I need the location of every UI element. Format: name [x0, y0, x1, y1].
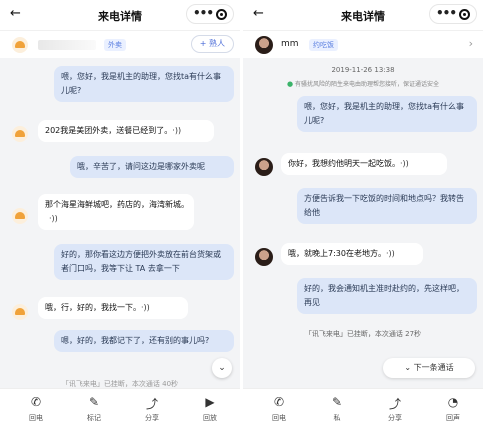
contact-bar[interactable]: 外卖 + 熟人: [0, 30, 240, 58]
scroll-down-button[interactable]: ⌄: [212, 358, 232, 378]
caller-message[interactable]: 那个海星海鲜城吧，药店的，海湾新城。·)): [38, 194, 194, 230]
more-icon[interactable]: •••: [193, 6, 214, 20]
check-icon: ●: [286, 80, 294, 88]
caller-message[interactable]: 202我是美团外卖，送餐已经到了。 ·)): [38, 120, 214, 142]
caller-avatar: [255, 248, 273, 266]
assistant-message: 哦，辛苦了，请问这边是哪家外卖呢: [70, 156, 234, 178]
assistant-message: 嗯，好的，我都记下了，还有别的事儿吗?: [54, 330, 234, 352]
assistant-message: 好的，我会通知机主准时赴约的，先这样吧，再见: [297, 278, 477, 314]
top-bar: ← 来电详情 •••: [243, 0, 483, 30]
call-end-note: 「讯飞来电」已挂断，本次通话 27秒: [304, 330, 422, 338]
share-icon: ⤴: [388, 397, 401, 411]
assistant-message: 喂，您好，我是机主的助理，您找ta有什么事儿呢?: [54, 66, 234, 102]
voice-play-icon[interactable]: ·)): [172, 126, 181, 135]
call-timestamp: 2019-11-26 13:38: [331, 66, 395, 74]
mini-program-capsule: •••: [186, 4, 234, 24]
voice-play-icon[interactable]: ·)): [400, 159, 409, 168]
contact-avatar: [255, 36, 273, 54]
assistant-message: 喂，您好，我是机主的助理，您找ta有什么事儿呢?: [297, 96, 477, 132]
mini-program-capsule: •••: [429, 4, 477, 24]
delivery-bell-icon: [12, 37, 28, 53]
assistant-message: 好的，那你看这边方便把外卖放在前台货架或者门口吗，我等下让 TA 去拿一下: [54, 244, 234, 280]
caller-message[interactable]: 你好，我想约他明天一起吃饭。 ·)): [281, 153, 447, 175]
add-acquaintance-button[interactable]: + 熟人: [190, 35, 234, 53]
left-screen: ← 来电详情 ••• 外卖 + 熟人 喂，您好，我是机主的助理，您找ta有什么事…: [0, 0, 240, 436]
caller-tag: 约吃饭: [309, 39, 338, 51]
share-button[interactable]: ⤴ 分享: [371, 395, 419, 423]
top-bar: ← 来电详情 •••: [0, 0, 240, 30]
caller-message[interactable]: 哦，就晚上7:30在老地方。 ·)): [281, 243, 423, 265]
contact-name: mm: [281, 39, 299, 49]
blurred-caller-number: [38, 40, 96, 50]
security-note: ● 有骚扰风险的陌生来电由助理帮您接听，保证通话安全: [286, 80, 440, 88]
right-screen: ← 来电详情 ••• mm 约吃饭 › 2019-11-26 13:38 ● 有…: [243, 0, 483, 436]
assistant-message: 方便告诉我一下吃饭的时间和地点吗？我转告给他: [297, 188, 477, 224]
mark-button[interactable]: ✎ 标记: [70, 395, 118, 423]
caller-message[interactable]: 哦，行，好的，我找一下。 ·)): [38, 297, 188, 319]
bottom-toolbar: ✆ 回电 ✎ 私 ⤴ 分享 ◔ 回声: [243, 388, 483, 436]
caller-avatar-icon: [12, 304, 28, 320]
callback-button[interactable]: ✆ 回电: [255, 395, 303, 423]
echo-button[interactable]: ◔ 回声: [429, 395, 477, 423]
next-call-button[interactable]: ⌄ 下一条通话: [383, 358, 475, 378]
chevron-right-icon: ›: [468, 37, 473, 50]
close-target-icon[interactable]: [216, 9, 227, 20]
phone-icon: ✆: [30, 395, 42, 409]
caller-avatar: [255, 158, 273, 176]
echo-icon: ◔: [447, 395, 459, 409]
caller-avatar-icon: [12, 208, 28, 224]
private-button[interactable]: ✎ 私: [313, 395, 361, 423]
caller-tag: 外卖: [104, 39, 126, 51]
phone-icon: ✆: [273, 395, 285, 409]
close-target-icon[interactable]: [459, 9, 470, 20]
play-icon: ▶: [205, 395, 215, 409]
share-icon: ⤴: [145, 397, 158, 411]
voice-play-icon[interactable]: ·)): [141, 303, 150, 312]
voice-play-icon[interactable]: ·)): [49, 214, 58, 223]
more-icon[interactable]: •••: [436, 6, 457, 20]
bottom-toolbar: ✆ 回电 ✎ 标记 ⤴ 分享 ▶ 回放: [0, 388, 240, 436]
voice-play-icon[interactable]: ·)): [386, 249, 395, 258]
caller-avatar-icon: [12, 126, 28, 142]
pen-icon: ✎: [88, 395, 100, 409]
pen-icon: ✎: [331, 395, 343, 409]
share-button[interactable]: ⤴ 分享: [128, 395, 176, 423]
chevron-down-icon: ⌄: [404, 363, 412, 372]
contact-bar[interactable]: mm 约吃饭 ›: [243, 30, 483, 58]
callback-button[interactable]: ✆ 回电: [12, 395, 60, 423]
playback-button[interactable]: ▶ 回放: [186, 395, 234, 423]
